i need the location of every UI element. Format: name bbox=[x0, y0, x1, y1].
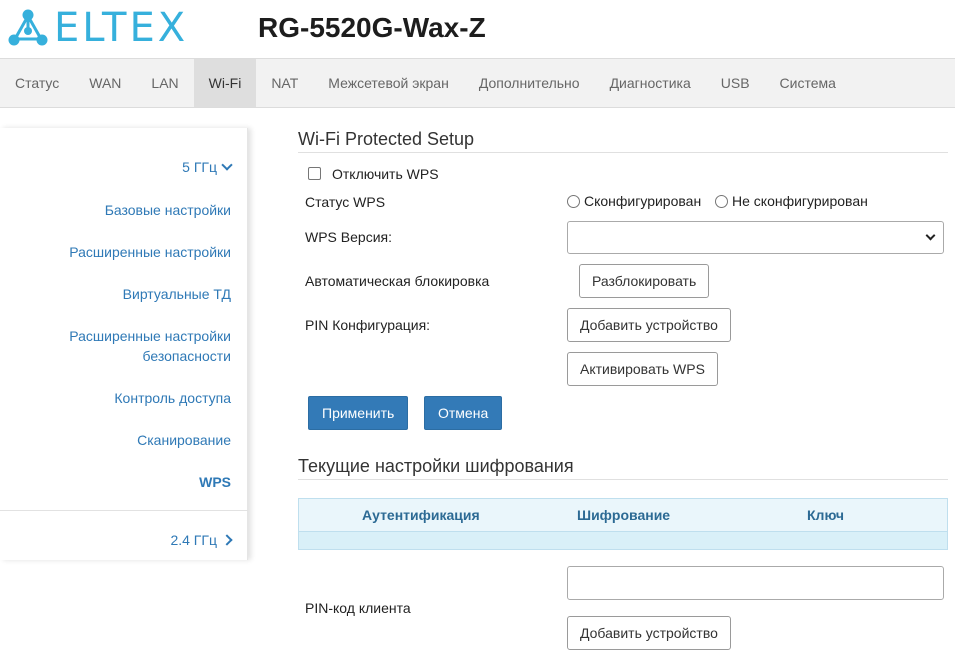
column-authentication: Аутентификация bbox=[362, 507, 480, 523]
sidebar-divider bbox=[0, 510, 248, 511]
nav-usb[interactable]: USB bbox=[706, 59, 765, 107]
nav-system[interactable]: Система bbox=[765, 59, 851, 107]
sidebar-item-basic[interactable]: Базовые настройки bbox=[1, 200, 231, 220]
nav-firewall[interactable]: Межсетевой экран bbox=[313, 59, 464, 107]
main-nav: Статус WAN LAN Wi-Fi NAT Межсетевой экра… bbox=[0, 58, 955, 108]
unlock-button[interactable]: Разблокировать bbox=[579, 264, 710, 298]
radio-configured-icon[interactable] bbox=[567, 195, 580, 208]
device-title: RG-5520G-Wax-Z bbox=[258, 12, 486, 43]
radio-not-configured[interactable]: Не сконфигурирован bbox=[715, 193, 868, 209]
disable-wps-label: Отключить WPS bbox=[332, 166, 439, 182]
sidebar-item-virtual-ap[interactable]: Виртуальные ТД bbox=[1, 284, 231, 304]
disable-wps-checkbox[interactable] bbox=[308, 167, 321, 180]
chevron-right-icon bbox=[221, 534, 233, 546]
wps-version-label: WPS Версия: bbox=[305, 229, 392, 245]
sidebar-item-scan[interactable]: Сканирование bbox=[1, 430, 231, 450]
nav-additional[interactable]: Дополнительно bbox=[464, 59, 595, 107]
radio-configured-label: Сконфигурирован bbox=[584, 193, 702, 209]
apply-button[interactable]: Применить bbox=[308, 396, 409, 430]
logo-text: ELTEX bbox=[54, 5, 189, 51]
sidebar-group-5ghz-label: 5 ГГц bbox=[182, 159, 217, 175]
client-pin-label: PIN-код клиента bbox=[305, 600, 411, 616]
client-pin-input[interactable] bbox=[567, 566, 944, 600]
sidebar-group-24ghz-label: 2.4 ГГц bbox=[170, 532, 217, 548]
wps-version-select[interactable] bbox=[567, 221, 944, 254]
nav-wifi[interactable]: Wi-Fi bbox=[193, 59, 257, 107]
header: ELTEX RG-5520G-Wax-Z bbox=[0, 0, 955, 58]
chevron-down-icon bbox=[221, 159, 233, 171]
cancel-button[interactable]: Отмена bbox=[424, 396, 503, 430]
radio-not-configured-icon[interactable] bbox=[715, 195, 728, 208]
radio-configured[interactable]: Сконфигурирован bbox=[567, 193, 701, 209]
sidebar-item-security[interactable]: Расширенные настройки безопасности bbox=[31, 326, 231, 366]
column-encryption: Шифрование bbox=[577, 507, 671, 523]
encryption-table-header: Аутентификация Шифрование Ключ bbox=[298, 498, 948, 532]
client-add-device-button[interactable]: Добавить устройство bbox=[567, 616, 731, 650]
auto-lock-label: Автоматическая блокировка bbox=[305, 273, 490, 289]
sidebar-item-wps[interactable]: WPS bbox=[1, 472, 231, 492]
encryption-section-title: Текущие настройки шифрования bbox=[298, 456, 948, 480]
sidebar-group-5ghz[interactable]: 5 ГГц bbox=[182, 159, 233, 175]
nav-lan[interactable]: LAN bbox=[136, 59, 193, 107]
sidebar-item-access-control[interactable]: Контроль доступа bbox=[1, 388, 231, 408]
sidebar: 5 ГГц Базовые настройки Расширенные наст… bbox=[0, 128, 248, 560]
wps-section-title: Wi-Fi Protected Setup bbox=[298, 129, 948, 153]
eltex-logo-icon bbox=[8, 9, 48, 46]
nav-wan[interactable]: WAN bbox=[74, 59, 136, 107]
column-key: Ключ bbox=[807, 507, 844, 523]
nav-status[interactable]: Статус bbox=[0, 59, 74, 107]
chevron-down-icon bbox=[925, 230, 936, 241]
nav-diagnostics[interactable]: Диагностика bbox=[595, 59, 706, 107]
radio-not-configured-label: Не сконфигурирован bbox=[732, 193, 868, 209]
encryption-table-row bbox=[298, 532, 948, 550]
eltex-logo[interactable]: ELTEX bbox=[6, 5, 189, 51]
pin-config-label: PIN Конфигурация: bbox=[305, 317, 431, 333]
wps-status-label: Статус WPS bbox=[305, 194, 386, 210]
activate-wps-button[interactable]: Активировать WPS bbox=[567, 352, 718, 386]
nav-nat[interactable]: NAT bbox=[256, 59, 313, 107]
sidebar-item-advanced[interactable]: Расширенные настройки bbox=[1, 242, 231, 262]
add-device-button[interactable]: Добавить устройство bbox=[567, 308, 731, 342]
sidebar-group-24ghz[interactable]: 2.4 ГГц bbox=[170, 532, 233, 548]
